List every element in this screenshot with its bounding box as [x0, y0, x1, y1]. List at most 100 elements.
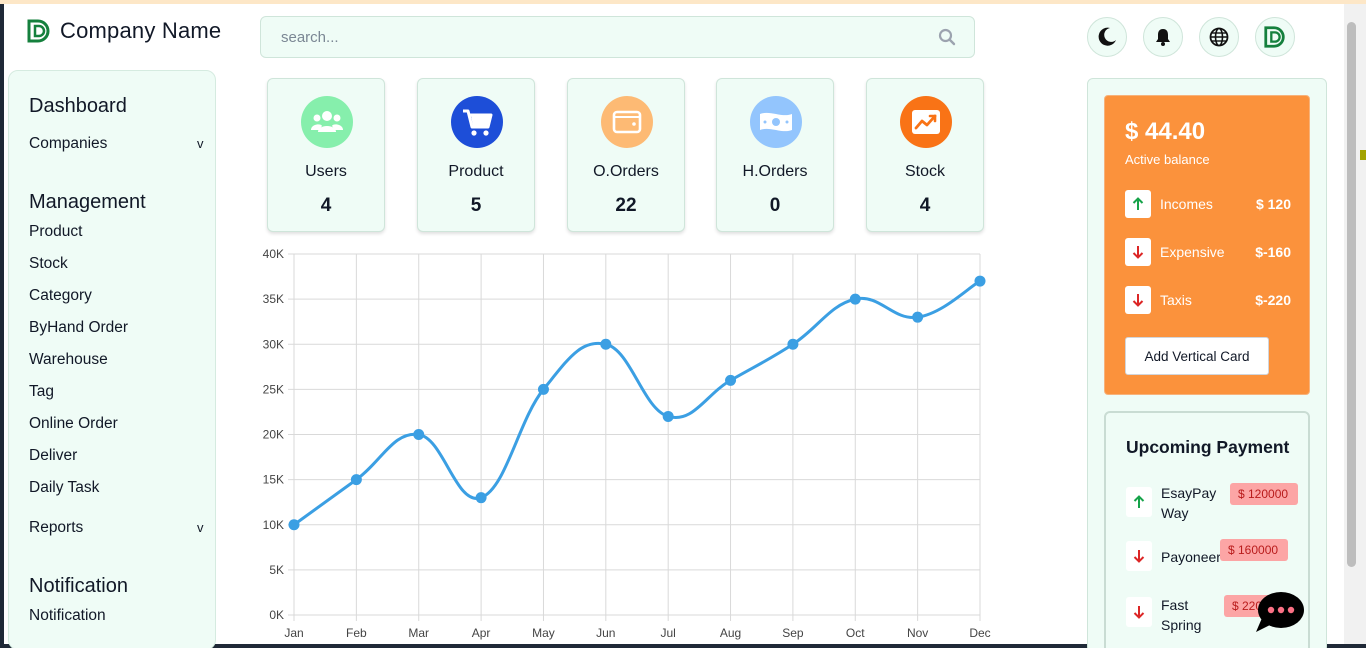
wallet-icon: [601, 96, 653, 148]
x-tick-label: Nov: [907, 626, 928, 640]
sidebar-item-byhand-order[interactable]: ByHand Order: [29, 319, 128, 337]
avatar-logo-icon: [1264, 26, 1285, 48]
sidebar-heading-management: Management: [29, 191, 146, 213]
sidebar-item-product[interactable]: Product: [29, 223, 82, 241]
balance-row-name: Taxis: [1160, 292, 1192, 308]
page-scrollbar[interactable]: [1344, 4, 1366, 644]
chat-icon[interactable]: [1252, 588, 1306, 636]
balance-subtitle: Active balance: [1125, 152, 1210, 167]
stat-value: 5: [470, 195, 482, 216]
y-tick-label: 25K: [263, 382, 284, 396]
data-point: [475, 492, 487, 504]
y-tick-label: 35K: [263, 292, 284, 306]
stat-label: Users: [305, 163, 347, 180]
sidebar-item-companies[interactable]: Companies: [29, 135, 107, 153]
sidebar-item-stock[interactable]: Stock: [29, 255, 68, 273]
scrollbar-marker: [1360, 150, 1366, 160]
dark-mode-button[interactable]: [1087, 17, 1127, 57]
bell-icon: [1156, 29, 1170, 46]
sidebar-heading-notification: Notification: [29, 575, 128, 597]
stat-value: 4: [320, 195, 332, 216]
window-left-edge: [0, 4, 4, 648]
arrow-down-icon: [1125, 238, 1151, 266]
sidebar-item-online-order[interactable]: Online Order: [29, 415, 118, 433]
company-logo[interactable]: Company Name: [26, 18, 221, 44]
chevron-down-icon[interactable]: v: [197, 136, 204, 151]
stat-value: 22: [615, 195, 637, 216]
scrollbar-thumb[interactable]: [1347, 22, 1356, 567]
data-point: [350, 474, 362, 486]
sidebar-dashboard-link[interactable]: Dashboard: [29, 95, 127, 118]
stat-card-product[interactable]: Product 5: [417, 78, 535, 232]
search-icon[interactable]: [938, 28, 956, 46]
company-name: Company Name: [60, 18, 222, 43]
stat-card-online-orders[interactable]: O.Orders 22: [567, 78, 685, 232]
balance-row-value: $ 120: [1255, 196, 1291, 212]
sidebar-item-notification[interactable]: Notification: [29, 607, 106, 625]
upcoming-row-amount: $ 120000: [1230, 483, 1298, 505]
sidebar-item-reports[interactable]: Reports: [29, 519, 83, 537]
x-tick-label: Aug: [720, 626, 741, 640]
language-button[interactable]: [1199, 17, 1239, 57]
upcoming-row-name: Fast Spring: [1161, 597, 1202, 633]
sidebar-item-deliver[interactable]: Deliver: [29, 447, 77, 465]
moon-icon: [1098, 27, 1116, 46]
search-input[interactable]: [261, 17, 974, 57]
arrow-up-icon: [1125, 190, 1151, 218]
x-tick-label: Dec: [969, 626, 990, 640]
data-point: [787, 338, 799, 350]
balance-row-value: $-160: [1255, 244, 1291, 260]
x-tick-label: Feb: [346, 626, 367, 640]
balance-row-name: Incomes: [1160, 196, 1213, 212]
y-tick-label: 0K: [269, 608, 284, 622]
x-tick-label: May: [532, 626, 555, 640]
sidebar-item-category[interactable]: Category: [29, 287, 92, 305]
data-point: [413, 429, 425, 440]
stat-card-users[interactable]: Users 4: [267, 78, 385, 232]
balance-card: $ 44.40 Active balance Incomes $ 120 Exp…: [1104, 95, 1310, 395]
y-tick-label: 5K: [269, 563, 284, 577]
users-icon: [301, 96, 353, 148]
stat-card-hand-orders[interactable]: H.Orders 0: [716, 78, 834, 232]
money-bill-icon: [750, 96, 802, 148]
upcoming-row-amount: $ 160000: [1220, 539, 1288, 561]
stat-label: O.Orders: [593, 163, 659, 180]
stat-label: H.Orders: [742, 163, 808, 180]
y-tick-label: 40K: [263, 247, 284, 261]
x-tick-label: Jan: [284, 626, 303, 640]
browser-top-strip: [0, 0, 1366, 4]
data-point: [912, 311, 924, 323]
y-tick-label: 10K: [263, 518, 284, 532]
data-point: [849, 293, 861, 305]
y-tick-label: 20K: [263, 428, 284, 442]
balance-row-expensive: Expensive $-160: [1125, 238, 1291, 266]
balance-row-taxis: Taxis $-220: [1125, 286, 1291, 314]
data-point: [537, 383, 549, 395]
profile-button[interactable]: [1255, 17, 1295, 57]
y-tick-label: 15K: [263, 473, 284, 487]
data-point: [662, 410, 674, 422]
data-point: [974, 275, 986, 287]
arrow-down-icon: [1125, 286, 1151, 314]
globe-icon: [1209, 27, 1229, 47]
stat-value: 0: [769, 195, 781, 216]
sidebar: Dashboard Companies v Management Product…: [8, 70, 216, 648]
notifications-button[interactable]: [1143, 17, 1183, 57]
stat-card-stock[interactable]: Stock 4: [866, 78, 984, 232]
data-point: [288, 519, 300, 531]
arrow-up-icon: [1126, 487, 1152, 517]
add-vertical-card-button[interactable]: Add Vertical Card: [1125, 337, 1269, 375]
upcoming-row-name: EsayPay Way: [1161, 485, 1217, 521]
trend-chart-icon: [900, 96, 952, 148]
sidebar-item-tag[interactable]: Tag: [29, 383, 54, 401]
arrow-down-icon: [1126, 541, 1152, 571]
chevron-down-icon[interactable]: v: [197, 520, 204, 535]
sidebar-item-daily-task[interactable]: Daily Task: [29, 479, 99, 497]
x-tick-label: Mar: [408, 626, 429, 640]
search-box[interactable]: [260, 16, 975, 58]
sidebar-item-warehouse[interactable]: Warehouse: [29, 351, 108, 369]
balance-row-name: Expensive: [1160, 244, 1225, 260]
balance-row-value: $-220: [1255, 292, 1291, 308]
company-logo-icon: [27, 19, 50, 43]
y-tick-label: 30K: [263, 337, 284, 351]
